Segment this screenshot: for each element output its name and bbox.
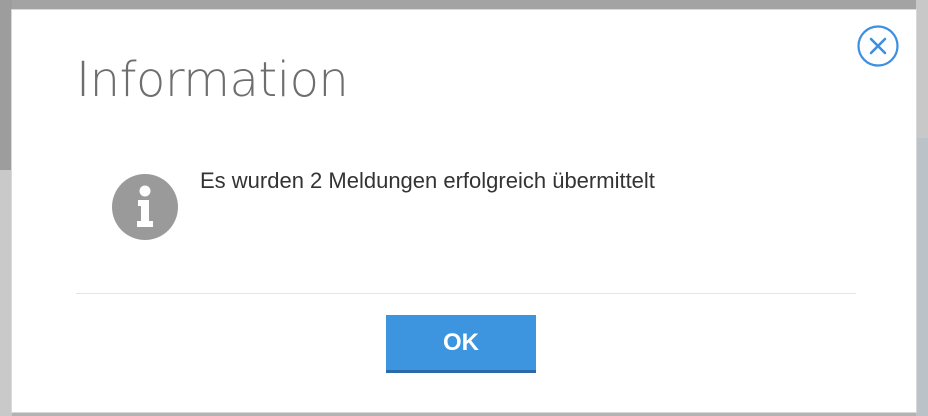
info-circle-icon <box>112 174 178 240</box>
dialog-message: Es wurden 2 Meldungen erfolgreich übermi… <box>200 168 655 193</box>
background-right-lower <box>916 138 928 416</box>
close-circle-icon <box>856 24 900 68</box>
close-button[interactable] <box>856 24 900 68</box>
dialog-divider <box>76 293 856 294</box>
information-dialog: Information Es wurden 2 Meldungen erfolg… <box>12 10 916 412</box>
message-row: Es wurden 2 Meldungen erfolgreich übermi… <box>112 168 655 240</box>
background-left-block <box>0 0 12 170</box>
ok-button[interactable]: OK <box>386 315 536 373</box>
background-top-edge <box>0 0 928 10</box>
dialog-title: Information <box>76 52 349 108</box>
